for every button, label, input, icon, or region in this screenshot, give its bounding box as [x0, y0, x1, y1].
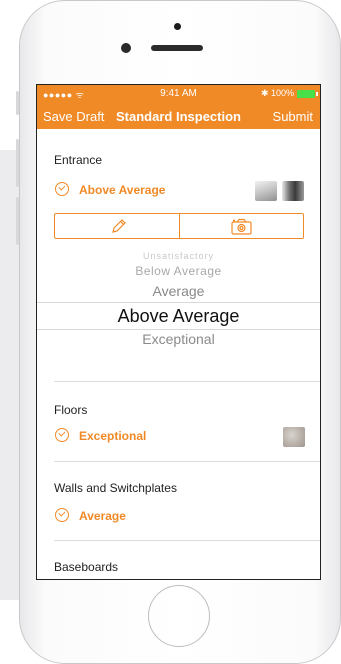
divider	[54, 461, 320, 462]
battery-icon	[297, 90, 318, 98]
edit-button[interactable]	[55, 214, 179, 238]
photo-thumbnail[interactable]	[255, 181, 277, 201]
divider	[54, 540, 320, 541]
rating-picker[interactable]: Unsatisfactory Below Average Average Abo…	[37, 249, 320, 367]
mute-switch	[16, 91, 19, 115]
picker-option[interactable]: Average	[37, 283, 320, 299]
rating-value: Above Average	[79, 183, 166, 197]
picker-selected-option[interactable]: Above Average	[37, 306, 320, 327]
picker-selection-line	[37, 329, 320, 330]
picker-option[interactable]: Below Average	[37, 264, 320, 278]
pencil-icon	[112, 219, 126, 233]
section-title: Floors	[54, 403, 88, 417]
camera-button[interactable]	[179, 214, 303, 238]
picker-option[interactable]: Unsatisfactory	[37, 251, 320, 261]
rating-row-walls[interactable]: Average	[37, 505, 320, 527]
speaker-grille	[151, 45, 203, 51]
check-circle-icon	[55, 508, 69, 522]
home-button[interactable]	[148, 585, 210, 647]
section-title: Walls and Switchplates	[54, 481, 177, 495]
section-title: Entrance	[54, 153, 103, 167]
camera-dot	[174, 23, 181, 30]
picker-selection-line	[37, 302, 320, 303]
check-circle-icon	[55, 182, 69, 196]
section-baseboards[interactable]: Baseboards	[37, 560, 320, 574]
section-title: Baseboards	[54, 560, 119, 574]
photo-thumbnail[interactable]	[283, 427, 305, 447]
photo-thumbnail[interactable]	[282, 181, 304, 201]
status-bar: ●●●●● ᯤ 9:41 AM ✱ 100%	[37, 85, 320, 103]
picker-option[interactable]: Exceptional	[37, 331, 320, 347]
nav-bar: Save Draft Standard Inspection Submit	[37, 103, 320, 129]
battery-label: ✱ 100%	[260, 88, 294, 98]
volume-up-button	[16, 139, 19, 187]
front-camera	[121, 43, 131, 53]
volume-down-button	[16, 197, 19, 245]
camera-icon	[231, 218, 252, 235]
rating-row-floors[interactable]: Exceptional	[37, 425, 320, 447]
rating-row-entrance[interactable]: Above Average	[37, 179, 320, 201]
section-floors[interactable]: Floors	[37, 403, 320, 417]
section-walls[interactable]: Walls and Switchplates	[37, 481, 320, 495]
submit-button[interactable]: Submit	[273, 109, 313, 124]
divider	[54, 381, 320, 382]
rating-value: Exceptional	[79, 429, 147, 443]
rating-value: Average	[79, 509, 126, 523]
check-circle-icon	[55, 428, 69, 442]
app-screen: ●●●●● ᯤ 9:41 AM ✱ 100% Save Draft Standa…	[36, 84, 321, 580]
action-buttons	[54, 213, 304, 239]
section-entrance[interactable]: Entrance	[37, 153, 320, 167]
